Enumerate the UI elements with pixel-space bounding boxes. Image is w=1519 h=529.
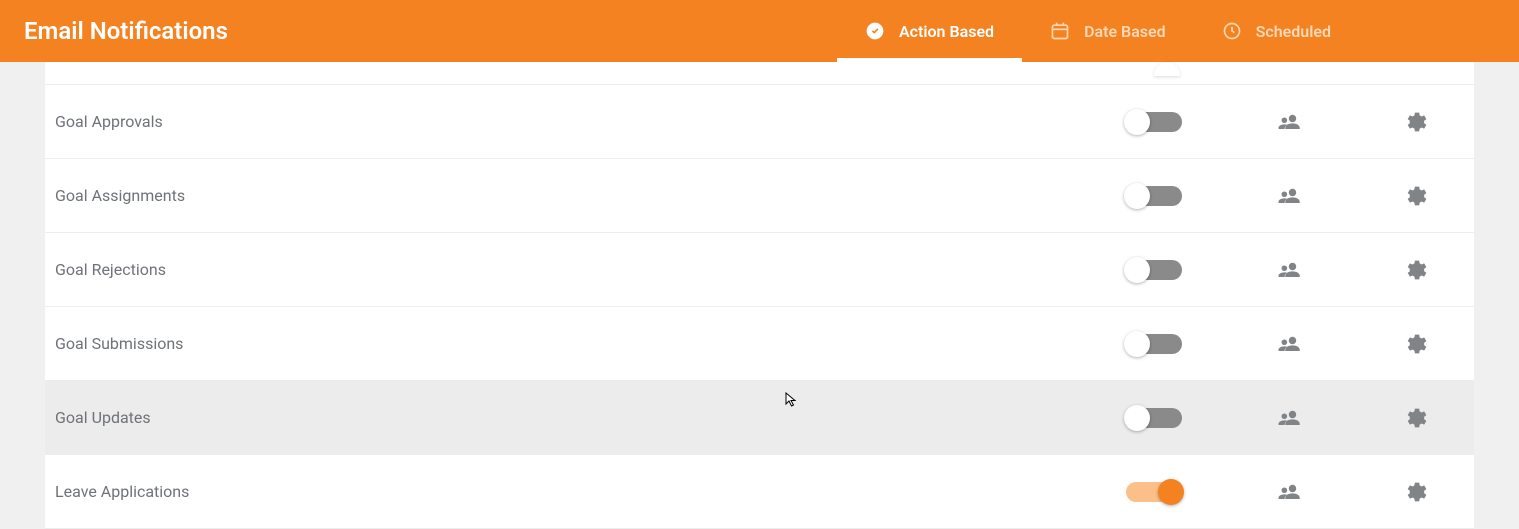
gear-icon[interactable] [1354,183,1474,209]
toggle-cell [1084,260,1224,280]
toggle-cell [1084,334,1224,354]
people-icon[interactable] [1224,256,1354,284]
people-icon[interactable] [1224,478,1354,506]
tabs-container: Action Based Date Based Scheduled [837,0,1359,62]
clock-icon [1222,21,1242,41]
tab-date-based[interactable]: Date Based [1022,0,1194,62]
notification-row: Goal Rejections [45,233,1474,307]
people-icon[interactable] [1224,108,1354,136]
toggle-cell [1084,408,1224,428]
toggle-switch[interactable] [1126,260,1182,280]
notification-label: Goal Assignments [45,186,1084,205]
toggle-knob [1124,331,1150,357]
content-panel: Goal Approvals Goal Assignments Goal Rejec… [45,62,1474,529]
toggle-switch[interactable] [1126,408,1182,428]
notification-row: Goal Submissions [45,307,1474,381]
people-icon[interactable] [1224,404,1354,432]
toggle-cell [1084,112,1224,132]
toggle-switch[interactable] [1126,112,1182,132]
toggle-knob [1158,479,1184,505]
toggle-knob [1124,183,1150,209]
tab-label: Date Based [1084,22,1166,41]
toggle-switch[interactable] [1126,334,1182,354]
tab-label: Action Based [899,22,994,41]
toggle-switch[interactable] [1126,482,1182,502]
check-circle-icon [865,21,885,41]
notification-row: Goal Assignments [45,159,1474,233]
tab-action-based[interactable]: Action Based [837,0,1022,62]
tab-label: Scheduled [1256,22,1331,41]
notification-row: Goal Updates [45,381,1474,455]
notification-label: Goal Rejections [45,260,1084,279]
toggle-switch[interactable] [1126,186,1182,206]
toggle-knob [1124,257,1150,283]
toggle-cell [1084,186,1224,206]
gear-icon[interactable] [1354,109,1474,135]
gear-icon[interactable] [1354,479,1474,505]
gear-icon[interactable] [1354,257,1474,283]
notification-row: Goal Approvals [45,85,1474,159]
toggle-knob [1124,405,1150,431]
notification-row: Leave Applications [45,455,1474,529]
tab-scheduled[interactable]: Scheduled [1194,0,1359,62]
partial-row-top [45,62,1474,85]
toggle-knob [1124,109,1150,135]
people-icon[interactable] [1224,330,1354,358]
toggle-cell [1084,482,1224,502]
notification-label: Leave Applications [45,482,1084,501]
gear-icon[interactable] [1354,331,1474,357]
notification-label: Goal Updates [45,408,1084,427]
gear-icon[interactable] [1354,405,1474,431]
page-title: Email Notifications [20,17,228,45]
notification-label: Goal Approvals [45,112,1084,131]
header-bar: Email Notifications Action Based Date Ba… [0,0,1519,62]
partial-toggle-knob [1154,62,1180,76]
people-icon[interactable] [1224,182,1354,210]
calendar-icon [1050,21,1070,41]
notification-label: Goal Submissions [45,334,1084,353]
